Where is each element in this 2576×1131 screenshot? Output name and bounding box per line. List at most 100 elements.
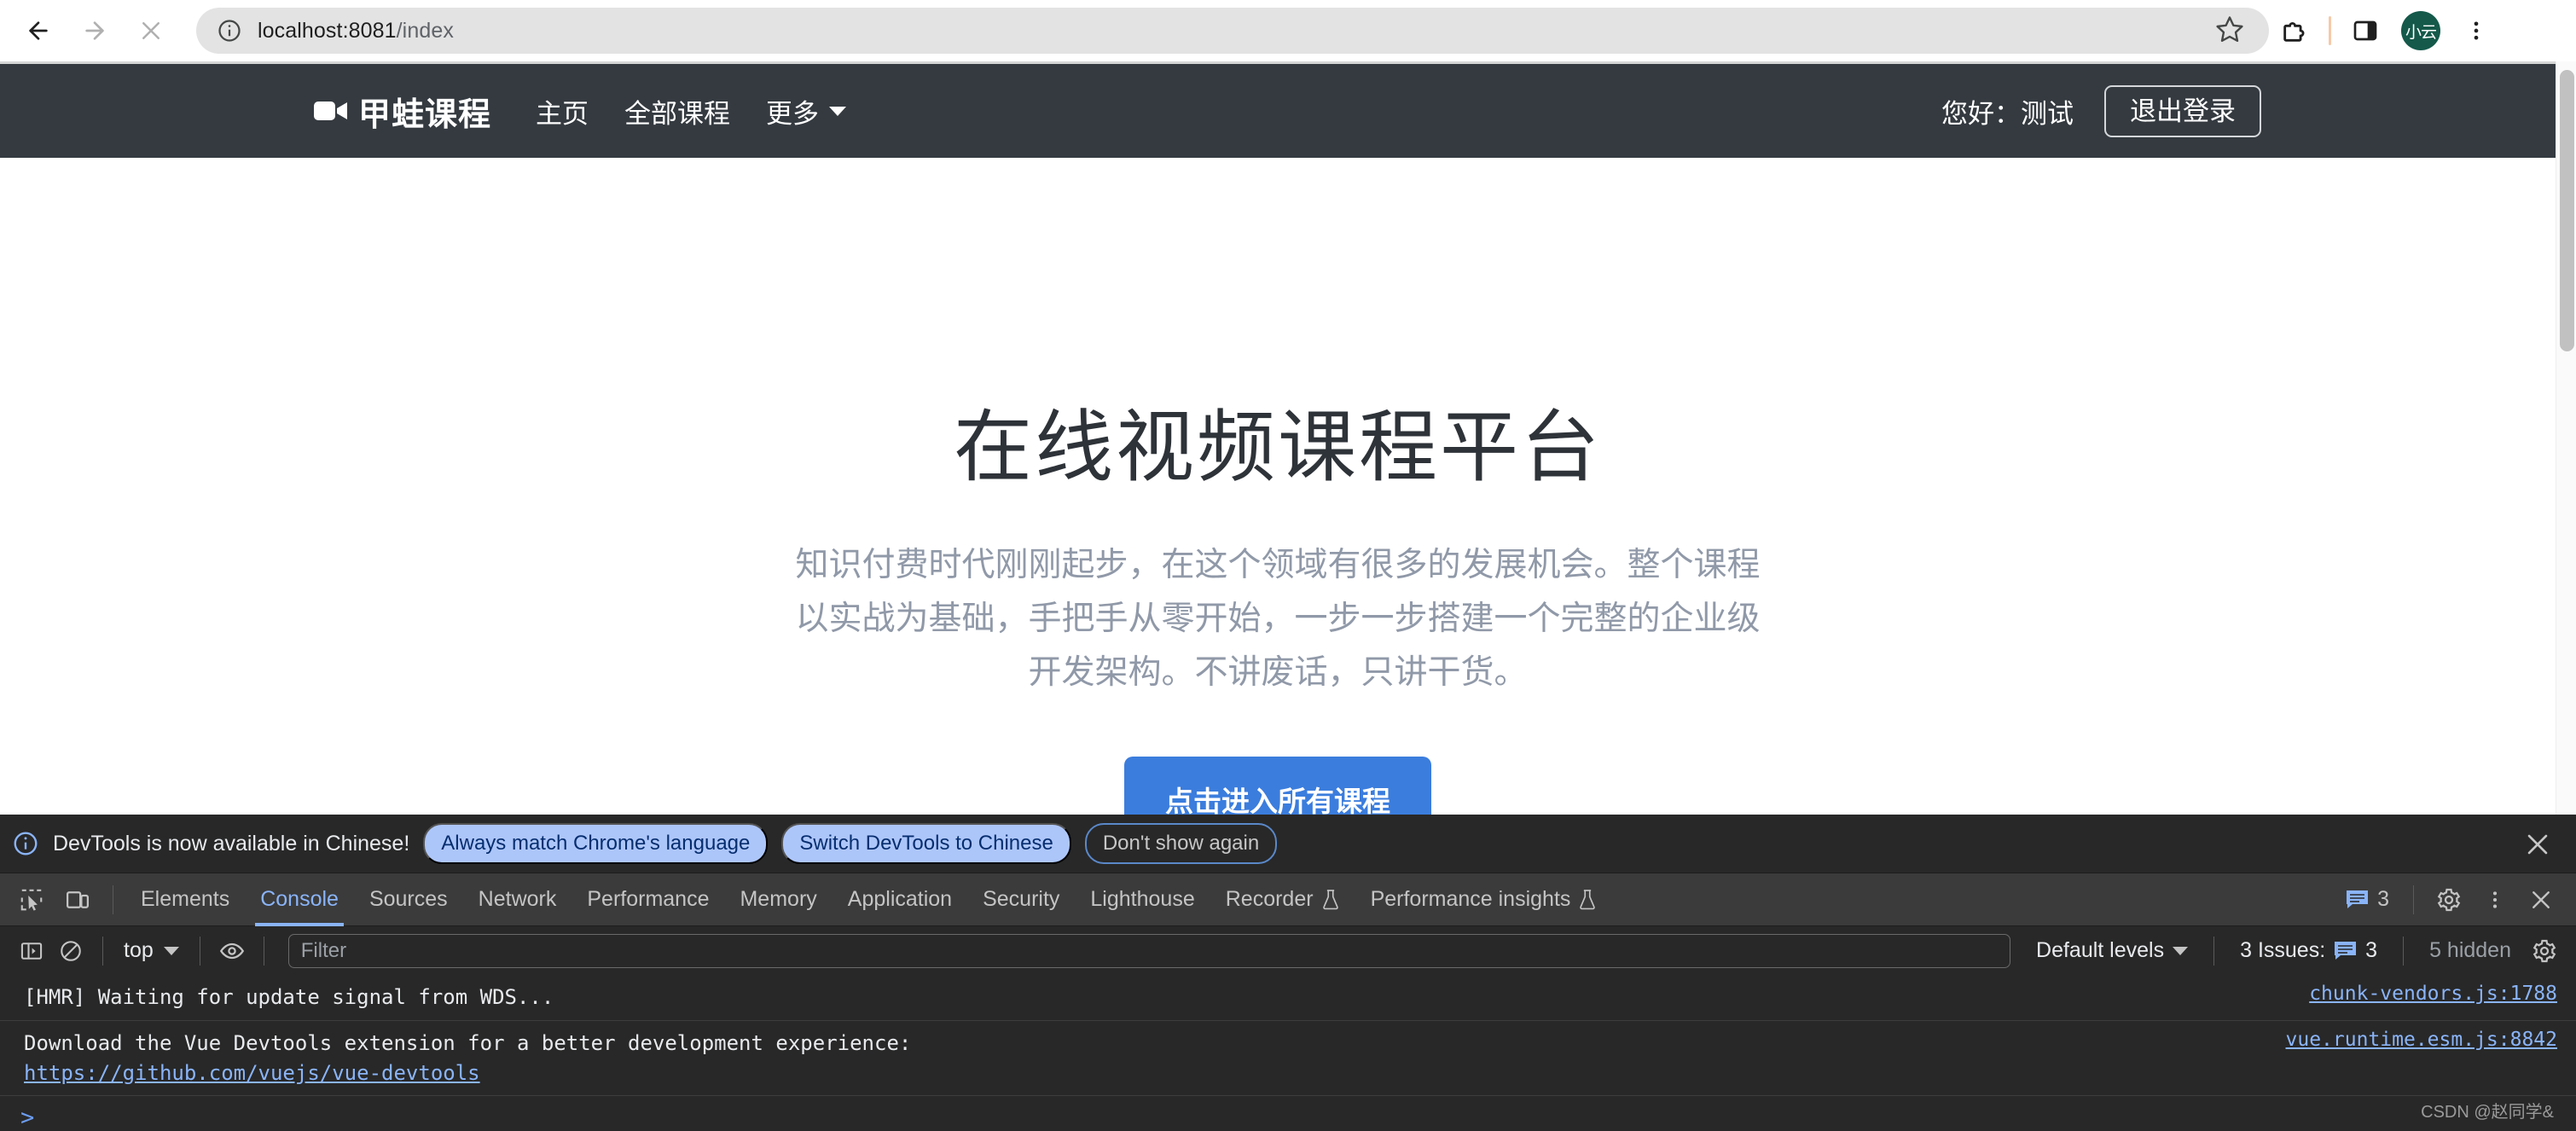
console-toolbar-right: Default levels 3 Issues: 3 5 hidden bbox=[2022, 931, 2564, 971]
console-settings-gear-icon[interactable] bbox=[2525, 931, 2564, 971]
tab-label: Memory bbox=[740, 887, 817, 911]
devtools-panel: DevTools is now available in Chinese! Al… bbox=[0, 815, 2576, 1131]
issues-count: 3 bbox=[2377, 887, 2389, 911]
address-bar[interactable]: localhost:8081/index bbox=[196, 8, 2269, 54]
execution-context-label: top bbox=[124, 938, 154, 962]
tab-label: Console bbox=[260, 887, 339, 911]
stop-loading-icon[interactable] bbox=[125, 4, 177, 57]
tab-performance[interactable]: Performance bbox=[571, 873, 724, 926]
issues-counter[interactable]: 3 bbox=[2334, 887, 2401, 912]
log-levels-selector[interactable]: Default levels bbox=[2022, 938, 2202, 963]
url-path: /index bbox=[396, 18, 454, 43]
clear-console-icon[interactable] bbox=[51, 931, 90, 971]
console-sidebar-toggle-icon[interactable] bbox=[12, 931, 51, 971]
navigation-buttons bbox=[0, 4, 177, 57]
site-navbar: 甲蛙课程 主页 全部课程 更多 您好：测试 退出登录 bbox=[0, 64, 2556, 158]
profile-avatar[interactable]: 小云 bbox=[2401, 11, 2440, 50]
nav-item-home[interactable]: 主页 bbox=[536, 92, 589, 130]
toolbar-divider bbox=[2329, 16, 2331, 45]
chevron-down-icon bbox=[163, 946, 179, 955]
tab-label: Sources bbox=[368, 887, 448, 911]
tab-sources[interactable]: Sources bbox=[354, 873, 463, 926]
console-toolbar-divider bbox=[2213, 936, 2215, 966]
tab-elements[interactable]: Elements bbox=[125, 873, 245, 926]
scrollbar-thumb[interactable] bbox=[2560, 70, 2574, 351]
close-devtools-icon[interactable] bbox=[2518, 877, 2564, 923]
browser-toolbar: localhost:8081/index 小云 bbox=[0, 0, 2576, 61]
live-expression-eye-icon[interactable] bbox=[212, 931, 252, 971]
log-levels-label: Default levels bbox=[2036, 938, 2165, 962]
site-brand[interactable]: 甲蛙课程 bbox=[314, 88, 491, 135]
tab-console[interactable]: Console bbox=[245, 873, 354, 926]
url-text[interactable]: localhost:8081/index bbox=[258, 19, 2214, 44]
tab-memory[interactable]: Memory bbox=[724, 873, 832, 926]
video-camera-icon bbox=[314, 98, 348, 124]
issues-message-icon bbox=[2346, 890, 2369, 910]
back-icon[interactable] bbox=[12, 4, 65, 57]
toolbar-actions: 小云 bbox=[2269, 5, 2510, 56]
navbar-user-area: 您好：测试 退出登录 bbox=[1941, 84, 2261, 137]
execution-context-selector[interactable]: top bbox=[115, 938, 188, 963]
console-log-row[interactable]: [HMR] Waiting for update signal from WDS… bbox=[0, 975, 2576, 1021]
devtools-language-banner: DevTools is now available in Chinese! Al… bbox=[0, 815, 2576, 873]
log-source-link[interactable]: chunk-vendors.js:1788 bbox=[2309, 983, 2557, 1005]
device-toolbar-icon[interactable] bbox=[55, 877, 101, 923]
console-toolbar-divider bbox=[2403, 936, 2405, 966]
console-log-row[interactable]: Download the Vue Devtools extension for … bbox=[0, 1021, 2576, 1097]
switch-to-chinese-button[interactable]: Switch DevTools to Chinese bbox=[781, 823, 1071, 864]
tab-label: Performance insights bbox=[1370, 887, 1571, 911]
page-title: 在线视频课程平台 bbox=[953, 404, 1602, 491]
always-match-language-button[interactable]: Always match Chrome's language bbox=[423, 823, 769, 864]
tab-security[interactable]: Security bbox=[967, 873, 1075, 926]
brand-label: 甲蛙课程 bbox=[358, 96, 492, 133]
extensions-icon[interactable] bbox=[2269, 5, 2320, 56]
experiment-flask-icon bbox=[1578, 889, 1597, 911]
info-icon bbox=[12, 830, 39, 857]
tab-label: Network bbox=[478, 887, 557, 911]
issues-count: 3 bbox=[2365, 938, 2378, 962]
side-panel-icon[interactable] bbox=[2340, 5, 2391, 56]
tab-application[interactable]: Application bbox=[833, 873, 967, 926]
tab-performance-insights[interactable]: Performance insights bbox=[1355, 873, 1613, 926]
vue-devtools-link[interactable]: https://github.com/vuejs/vue-devtools bbox=[24, 1061, 480, 1085]
page-viewport: 甲蛙课程 主页 全部课程 更多 您好：测试 退出登录 在线视频课程平台 知识付费… bbox=[0, 61, 2556, 846]
inspect-element-icon[interactable] bbox=[9, 877, 55, 923]
console-prompt[interactable]: > bbox=[0, 1096, 2576, 1131]
tab-lighthouse[interactable]: Lighthouse bbox=[1075, 873, 1210, 926]
issues-message-icon bbox=[2334, 941, 2357, 961]
hero-section: 在线视频课程平台 知识付费时代刚刚起步，在这个领域有很多的发展机会。整个课程以实… bbox=[0, 158, 2556, 842]
nav-item-more-label: 更多 bbox=[766, 98, 820, 129]
close-icon[interactable] bbox=[2523, 830, 2552, 859]
tab-network[interactable]: Network bbox=[463, 873, 572, 926]
watermark: CSDN @赵同学& bbox=[2421, 1103, 2554, 1122]
dont-show-again-button[interactable]: Don't show again bbox=[1084, 823, 1278, 864]
chrome-menu-icon[interactable] bbox=[2451, 5, 2502, 56]
log-message: [HMR] Waiting for update signal from WDS… bbox=[24, 985, 554, 1009]
nav-item-all-courses[interactable]: 全部课程 bbox=[624, 92, 730, 130]
banner-message: DevTools is now available in Chinese! bbox=[53, 831, 410, 856]
log-source-link[interactable]: vue.runtime.esm.js:8842 bbox=[2286, 1029, 2558, 1051]
prompt-chevron-icon: > bbox=[20, 1105, 35, 1131]
actions-divider bbox=[2413, 884, 2414, 914]
devtools-tabbar-actions: 3 bbox=[2334, 877, 2576, 923]
tab-recorder[interactable]: Recorder bbox=[1210, 873, 1355, 926]
hidden-messages-label[interactable]: 5 hidden bbox=[2416, 938, 2525, 963]
devtools-tab-bar: Elements Console Sources Network Perform… bbox=[0, 873, 2576, 926]
logout-button[interactable]: 退出登录 bbox=[2104, 84, 2261, 137]
console-issues-link[interactable]: 3 Issues: 3 bbox=[2226, 938, 2391, 963]
page-scrollbar[interactable] bbox=[2556, 61, 2576, 846]
settings-gear-icon[interactable] bbox=[2426, 877, 2472, 923]
site-information-icon[interactable] bbox=[217, 18, 242, 44]
site-nav-links: 主页 全部课程 更多 bbox=[536, 92, 847, 130]
devtools-more-options-icon[interactable] bbox=[2472, 877, 2518, 923]
chevron-down-icon bbox=[829, 106, 847, 116]
issues-label: 3 Issues: bbox=[2240, 938, 2326, 962]
console-filter-input[interactable]: Filter bbox=[287, 933, 2011, 968]
url-host: localhost:8081 bbox=[258, 18, 397, 43]
log-message-text: Download the Vue Devtools extension for … bbox=[24, 1030, 912, 1055]
bookmark-star-icon[interactable] bbox=[2214, 14, 2248, 48]
nav-item-more[interactable]: 更多 bbox=[766, 92, 847, 130]
screenshot-root: localhost:8081/index 小云 甲蛙课程 主页 全部课程 更多 … bbox=[0, 0, 2576, 1131]
forward-icon[interactable] bbox=[68, 4, 121, 57]
experiment-flask-icon bbox=[1321, 889, 1340, 911]
